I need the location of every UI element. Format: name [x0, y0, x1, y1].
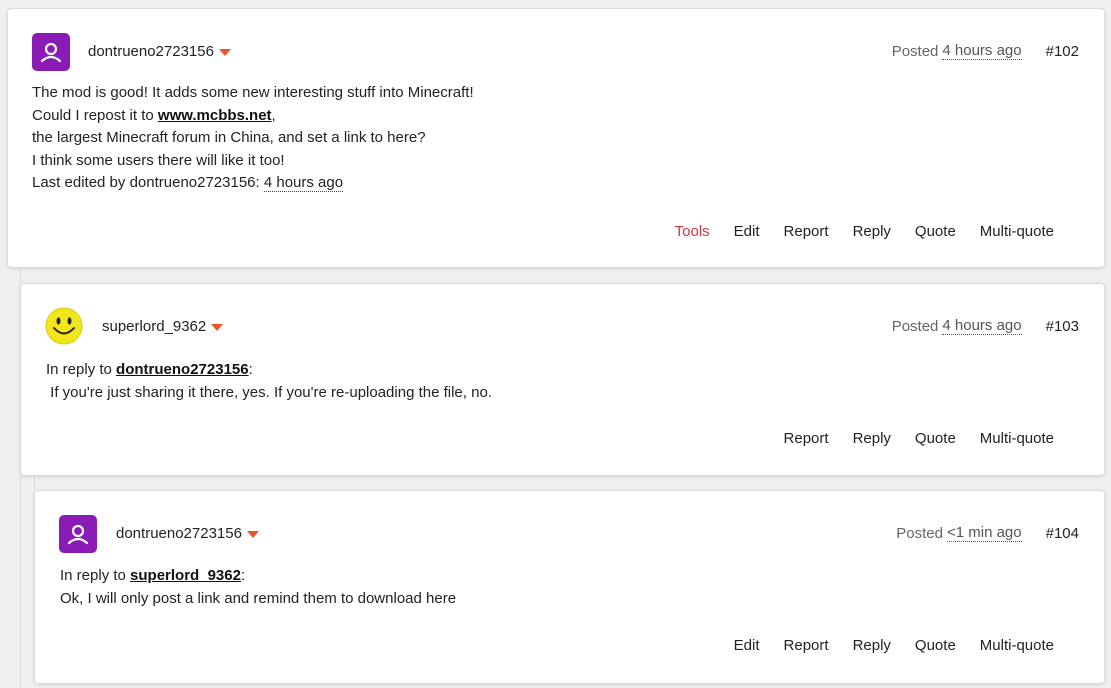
posted-label: Posted	[896, 525, 943, 542]
reply-button[interactable]: Reply	[853, 430, 891, 447]
thread-indent-line	[34, 476, 35, 490]
post-meta: Posted 4 hours ago #102	[892, 43, 1079, 60]
username-label: superlord_9362	[102, 318, 207, 335]
body-text: The mod is good! It adds some new intere…	[32, 84, 474, 101]
report-button[interactable]: Report	[784, 430, 829, 447]
thread-indent-line	[20, 268, 21, 283]
user-icon	[40, 42, 62, 63]
post-time[interactable]: 4 hours ago	[942, 318, 1022, 335]
username-label: dontrueno2723156	[88, 43, 214, 60]
reply-reference: In reply to superlord_9362:	[60, 565, 456, 588]
body-text: I think some users there will like it to…	[32, 151, 285, 169]
tools-button[interactable]: Tools	[675, 223, 710, 240]
smiley-icon	[45, 307, 83, 345]
quote-button[interactable]: Quote	[915, 430, 956, 447]
reply-prefix: In reply to	[46, 361, 117, 378]
body-text-segment: ,	[271, 106, 276, 124]
username-label: dontrueno2723156	[116, 525, 242, 542]
body-text: the largest Minecraft forum in China, an…	[32, 129, 426, 146]
post-meta: Posted 4 hours ago #103	[892, 318, 1079, 335]
avatar[interactable]	[59, 515, 97, 553]
post-number-link[interactable]: #103	[1046, 318, 1079, 335]
reply-button[interactable]: Reply	[853, 637, 891, 654]
multi-quote-button[interactable]: Multi-quote	[980, 430, 1054, 447]
comment-post: dontrueno2723156 Posted <1 min ago #104 …	[34, 490, 1105, 684]
comment-post: superlord_9362 Posted 4 hours ago #103 I…	[20, 283, 1105, 476]
reply-button[interactable]: Reply	[853, 223, 891, 240]
post-number-link[interactable]: #104	[1046, 525, 1079, 542]
post-number-link[interactable]: #102	[1046, 43, 1079, 60]
mcbbs-link[interactable]: www.mcbbs.net	[158, 107, 272, 124]
report-button[interactable]: Report	[784, 637, 829, 654]
comment-thread: dontrueno2723156 Posted 4 hours ago #102…	[0, 0, 1111, 688]
quote-button[interactable]: Quote	[915, 223, 956, 240]
reply-user-link[interactable]: dontrueno2723156	[116, 361, 249, 378]
edited-time[interactable]: 4 hours ago	[263, 174, 344, 192]
username-link[interactable]: superlord_9362	[102, 318, 224, 335]
username-link[interactable]: dontrueno2723156	[116, 525, 259, 542]
post-actions: Edit Report Reply Quote Multi-quote	[710, 637, 1054, 654]
body-text: If you're just sharing it there, yes. If…	[46, 383, 492, 401]
reply-reference: In reply to dontrueno2723156:	[46, 359, 492, 382]
reply-user-link[interactable]: superlord_9362	[130, 567, 241, 584]
caret-down-icon[interactable]	[211, 323, 224, 331]
post-body: In reply to dontrueno2723156: If you're …	[46, 359, 492, 404]
reply-suffix: :	[240, 567, 246, 584]
comment-post: dontrueno2723156 Posted 4 hours ago #102…	[7, 8, 1105, 268]
body-text: Could I repost it to www.mcbbs.net,	[32, 105, 474, 128]
posted-label: Posted	[891, 318, 939, 335]
edited-note: Last edited by dontrueno2723156: 4 hours…	[32, 172, 474, 195]
post-time[interactable]: <1 min ago	[946, 525, 1022, 542]
thread-indent-line	[20, 476, 21, 688]
post-meta: Posted <1 min ago #104	[896, 525, 1079, 542]
reply-prefix: In reply to	[60, 567, 131, 584]
post-body: The mod is good! It adds some new intere…	[32, 82, 474, 195]
avatar[interactable]	[45, 307, 83, 345]
multi-quote-button[interactable]: Multi-quote	[980, 637, 1054, 654]
post-time[interactable]: 4 hours ago	[942, 43, 1022, 60]
caret-down-icon[interactable]	[218, 48, 231, 56]
reply-suffix: :	[248, 361, 253, 378]
posted-label: Posted	[891, 43, 939, 60]
avatar[interactable]	[32, 33, 70, 71]
post-actions: Tools Edit Report Reply Quote Multi-quot…	[651, 223, 1054, 240]
edit-button[interactable]: Edit	[734, 223, 760, 240]
caret-down-icon[interactable]	[246, 530, 259, 538]
body-text-segment: Could I repost it to	[32, 106, 158, 124]
edit-button[interactable]: Edit	[734, 637, 760, 654]
quote-button[interactable]: Quote	[915, 637, 956, 654]
report-button[interactable]: Report	[784, 223, 829, 240]
username-link[interactable]: dontrueno2723156	[88, 43, 231, 60]
multi-quote-button[interactable]: Multi-quote	[980, 223, 1054, 240]
post-body: In reply to superlord_9362: Ok, I will o…	[60, 565, 456, 610]
body-text: Ok, I will only post a link and remind t…	[60, 589, 457, 607]
post-actions: Report Reply Quote Multi-quote	[760, 430, 1054, 447]
user-icon	[67, 524, 89, 545]
edited-prefix: Last edited by dontrueno2723156:	[32, 174, 264, 191]
